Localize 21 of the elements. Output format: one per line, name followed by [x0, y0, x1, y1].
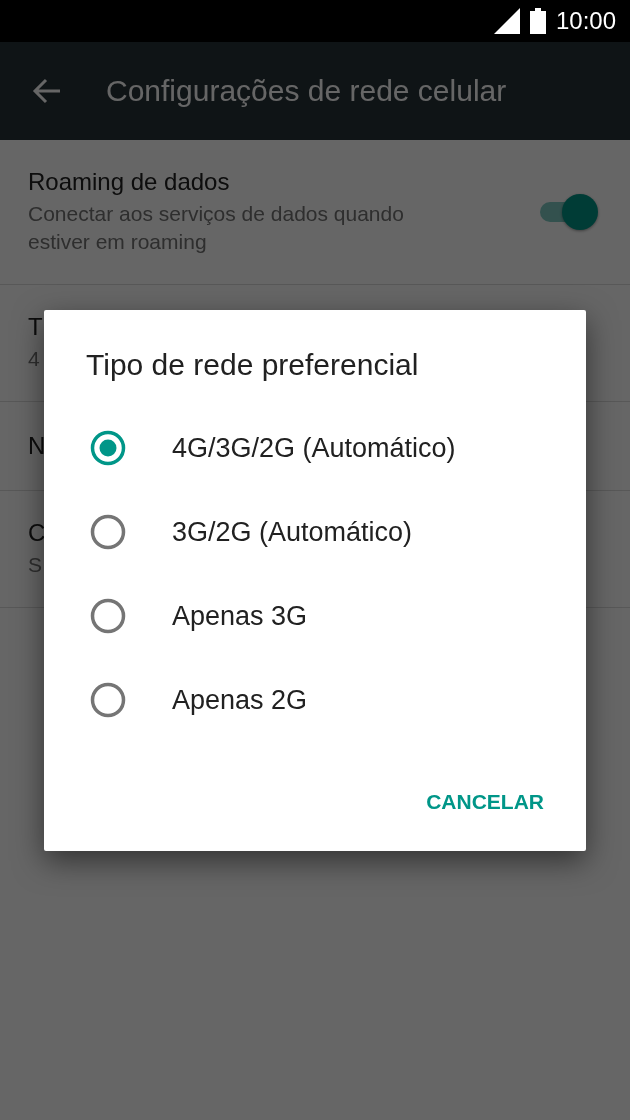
radio-button[interactable] — [90, 682, 126, 718]
setting-title[interactable]: N — [28, 432, 46, 460]
setting-title[interactable]: T — [28, 313, 43, 341]
dialog-title: Tipo de rede preferencial — [86, 348, 420, 382]
roaming-switch[interactable] — [540, 194, 598, 230]
signal-icon — [493, 8, 520, 34]
back-arrow-icon[interactable] — [32, 78, 62, 104]
option-label[interactable]: Apenas 3G — [172, 600, 308, 632]
screen-title: Configurações de rede celular — [106, 74, 507, 108]
option-label[interactable]: 4G/3G/2G (Automático) — [172, 432, 456, 464]
option-label[interactable]: 3G/2G (Automático) — [172, 516, 413, 548]
option-label[interactable]: Apenas 2G — [172, 684, 308, 716]
status-time: 10:00 — [555, 7, 616, 35]
setting-title[interactable]: Roaming de dados — [28, 168, 230, 196]
setting-summary: Conectar aos serviços de dados quando estiver em roaming — [28, 201, 405, 255]
setting-title[interactable]: C — [28, 519, 46, 547]
radio-button[interactable] — [90, 598, 126, 634]
battery-icon — [529, 8, 546, 34]
cancel-button[interactable]: CANCELAR — [412, 780, 558, 824]
radio-button[interactable] — [90, 430, 126, 466]
radio-button[interactable] — [90, 514, 126, 550]
